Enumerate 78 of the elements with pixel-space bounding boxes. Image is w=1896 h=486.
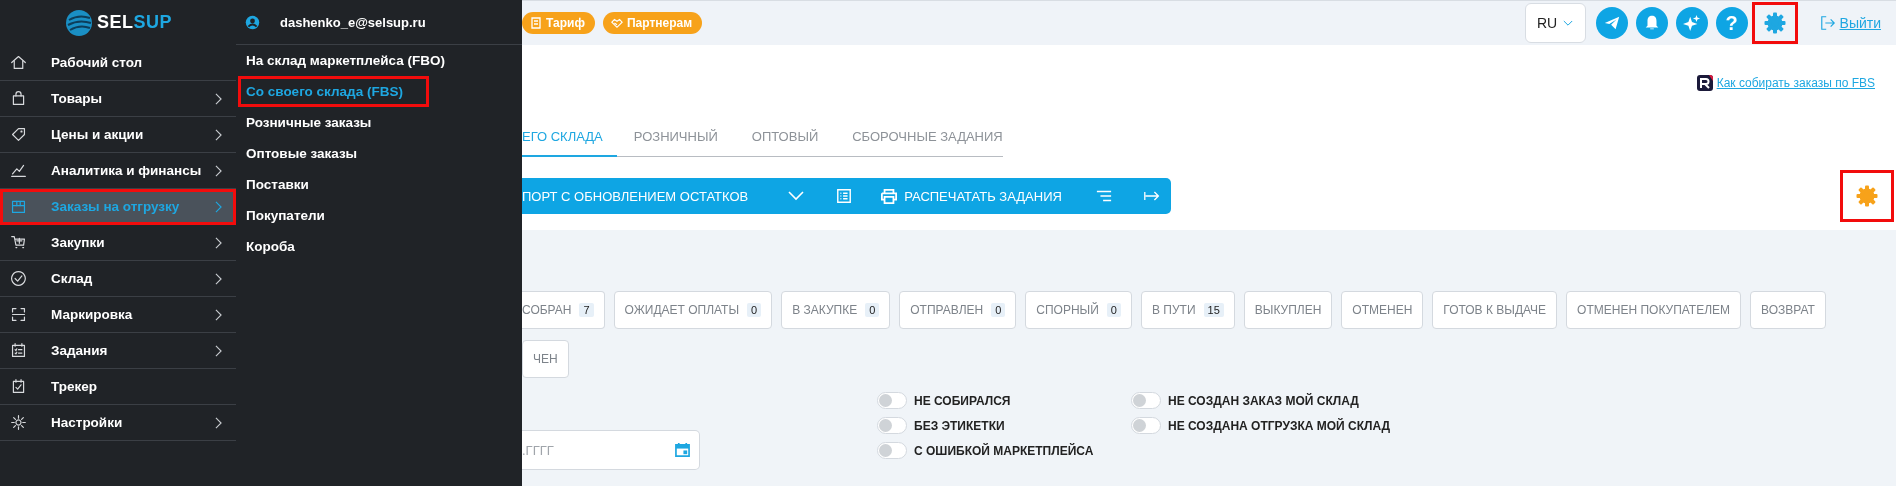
toggle-label: НЕ СОЗДАН ЗАКАЗ МОЙ СКЛАД	[1168, 393, 1359, 408]
settings-icon	[1855, 184, 1879, 208]
status-filter-chip[interactable]: ОЖИДАЕТ ОПЛАТЫ 0	[613, 291, 773, 329]
chevron-right-icon	[215, 128, 222, 141]
toggle-label: БЕЗ ЭТИКЕТКИ	[914, 418, 1005, 433]
chevron-right-icon	[215, 236, 222, 249]
toggle-switch[interactable]	[1131, 392, 1161, 409]
notifications-button[interactable]	[1635, 7, 1668, 39]
logo-wordmark: SELSUP	[97, 12, 172, 33]
status-filter-chip[interactable]: ГОТОВ К ВЫДАЧЕ	[1432, 291, 1558, 329]
toggle-switch[interactable]	[877, 442, 907, 459]
exit-icon	[1819, 15, 1836, 31]
home-icon	[10, 54, 27, 71]
status-filter-chip[interactable]: ОТМЕНЕН ПОКУПАТЕЛЕМ	[1566, 291, 1742, 329]
bag-icon	[10, 90, 27, 107]
chevron-right-icon	[215, 344, 222, 357]
submenu-item[interactable]: Покупатели	[236, 200, 351, 231]
settings-button[interactable]	[1840, 170, 1894, 222]
calendar-icon	[675, 442, 690, 457]
box-icon	[10, 198, 27, 215]
chevron-right-icon	[215, 308, 222, 321]
app-logo-icon	[1696, 75, 1713, 91]
status-filter-chip[interactable]: СОБРАН 7	[522, 291, 605, 329]
submenu-item[interactable]: Поставки	[236, 169, 335, 200]
toggle-switch[interactable]	[877, 392, 907, 409]
status-filter-chip[interactable]: В ПУТИ 15	[1141, 291, 1235, 329]
count-badge: 0	[865, 303, 880, 317]
count-badge: 15	[1203, 303, 1224, 317]
status-filter-chip[interactable]: ВОЗВРАТ	[1750, 291, 1826, 329]
user-avatar-icon	[245, 14, 260, 30]
submenu-item[interactable]: Розничные заказы	[236, 107, 398, 138]
status-filter-chip[interactable]: ОТПРАВЛЕН 0	[899, 291, 1017, 329]
toggle-switch[interactable]	[877, 417, 907, 434]
tag-icon	[10, 126, 27, 143]
check-circle-icon	[10, 270, 27, 287]
status-filter-chip[interactable]: СПОРНЫЙ 0	[1025, 291, 1132, 329]
submenu-item[interactable]: Короба	[236, 231, 321, 262]
printer-icon	[880, 188, 899, 204]
cart-icon	[10, 234, 27, 251]
submenu-item[interactable]: Оптовые заказы	[236, 138, 384, 169]
toggle-label: НЕ СОБИРАЛСЯ	[914, 393, 1011, 408]
status-filter-chip[interactable]: ОТМЕНЕН	[1341, 291, 1424, 329]
status-filter-chip[interactable]: ЧЕН	[522, 340, 569, 378]
submenu-item[interactable]: Со своего склада (FBS)	[238, 76, 429, 107]
user-email: dashenko_e@selsup.ru	[280, 14, 426, 30]
toggle-label: НЕ СОЗДАНА ОТГРУЗКА МОЙ СКЛАД	[1168, 418, 1391, 433]
chevron-right-icon	[215, 200, 222, 213]
sparkle-icon	[1682, 14, 1701, 32]
toggle-switch[interactable]	[1131, 417, 1161, 434]
handshake-icon	[610, 17, 623, 29]
count-badge: 0	[991, 303, 1006, 317]
chevron-right-icon	[215, 416, 222, 429]
chevron-right-icon	[215, 164, 222, 177]
sparkle-button[interactable]	[1675, 7, 1708, 39]
chart-icon	[10, 162, 27, 179]
status-filter-chip[interactable]: В ЗАКУПКЕ 0	[781, 291, 891, 329]
document-icon	[530, 17, 542, 29]
scan-icon	[10, 306, 27, 323]
count-badge: 0	[1106, 303, 1121, 317]
settings-button[interactable]	[1751, 2, 1798, 44]
checklist-icon	[10, 342, 27, 359]
settings-icon	[1762, 11, 1787, 35]
settings-icon	[10, 414, 27, 431]
chevron-down-icon	[1563, 19, 1574, 27]
sort-button[interactable]	[1095, 188, 1112, 204]
logo-icon	[64, 7, 94, 38]
chevron-right-icon	[215, 92, 222, 105]
chevron-right-icon	[215, 272, 222, 285]
status-filter-chip[interactable]: ВЫКУПЛЕН	[1243, 291, 1333, 329]
paper-plane-button[interactable]	[1595, 7, 1628, 39]
calendar-check-icon	[10, 378, 27, 395]
language-select[interactable]: RU	[1524, 3, 1586, 43]
count-badge: 7	[579, 303, 594, 317]
count-badge: 0	[747, 303, 762, 317]
submenu-item[interactable]: На склад маркетплейса (FBO)	[236, 45, 471, 76]
toggle-label: С ОШИБКОЙ МАРКЕТПЛЕЙСА	[914, 443, 1094, 458]
date-field[interactable]: .ГГГГ	[522, 430, 700, 470]
list-button[interactable]	[836, 188, 853, 204]
